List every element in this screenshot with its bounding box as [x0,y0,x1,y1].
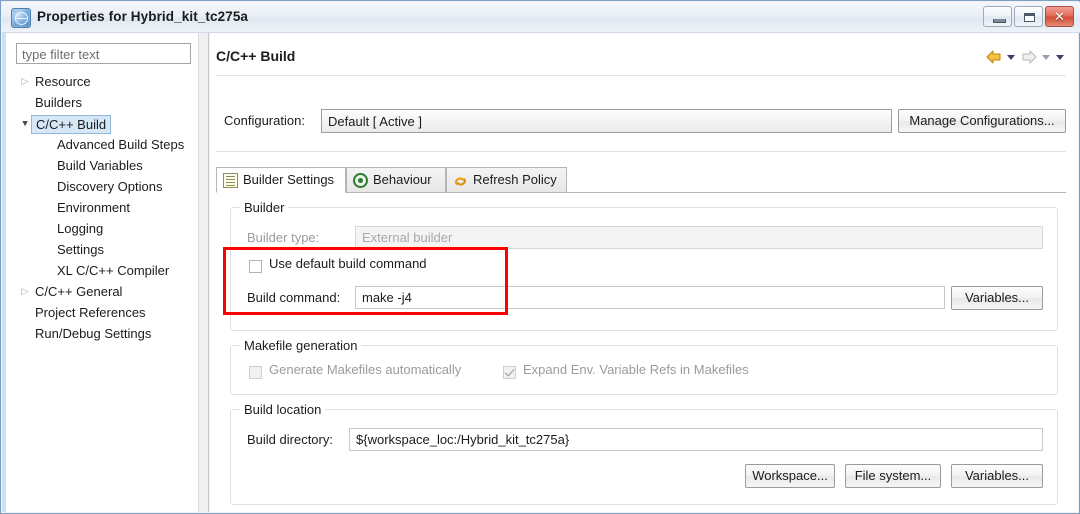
use-default-build-command-checkbox[interactable] [249,260,262,273]
page-title: C/C++ Build [216,48,296,64]
tab-refresh-policy-label: Refresh Policy [473,172,557,187]
back-arrow-icon[interactable] [985,49,1003,65]
page-nav-controls [985,47,1066,67]
minimize-icon [993,19,1006,23]
window-title: Properties for Hybrid_kit_tc275a [37,9,249,24]
builder-variables-button[interactable]: Variables... [951,286,1043,310]
close-icon: ✕ [1054,9,1065,24]
configuration-label: Configuration: [224,113,305,128]
makefile-generation-group: Makefile generation Generate Makefiles a… [230,338,1058,395]
builder-type-label: Builder type: [247,230,320,245]
forward-arrow-icon[interactable] [1020,49,1038,65]
tab-behaviour[interactable]: Behaviour [346,167,446,192]
builder-group-title: Builder [240,200,289,215]
title-bar: Properties for Hybrid_kit_tc275a ✕ [2,2,1080,33]
configuration-select[interactable]: Default [ Active ] [321,109,892,133]
builder-type-select: External builder [355,226,1043,249]
build-location-group-title: Build location [240,402,326,417]
properties-globe-icon [11,8,31,28]
builder-settings-icon [223,173,238,188]
filter-input[interactable]: type filter text [16,43,191,64]
header-divider [216,75,1066,76]
pane-accent-stripe [2,33,6,512]
workspace-button[interactable]: Workspace... [745,464,835,488]
window-controls: ✕ [983,6,1074,28]
tab-folder: Builder Settings Behaviour Refresh Polic… [216,167,1066,193]
use-default-build-command-label: Use default build command [269,256,427,271]
expand-env-variable-refs-label: Expand Env. Variable Refs in Makefiles [523,362,749,377]
generate-makefiles-automatically-checkbox [249,366,262,379]
build-directory-input[interactable]: ${workspace_loc:/Hybrid_kit_tc275a} [349,428,1043,451]
maximize-icon [1024,13,1035,22]
properties-dialog: Properties for Hybrid_kit_tc275a ✕ type … [0,0,1080,514]
back-history-chevron-down-icon[interactable] [1006,49,1017,65]
build-command-input[interactable]: make -j4 [355,286,945,309]
manage-configurations-button[interactable]: Manage Configurations... [898,109,1066,133]
expand-env-variable-refs-checkbox [503,366,516,379]
maximize-button[interactable] [1014,6,1043,27]
tab-builder-settings[interactable]: Builder Settings [216,167,346,193]
tab-refresh-policy[interactable]: Refresh Policy [446,167,567,192]
build-location-group: Build location Build directory: ${worksp… [230,402,1058,505]
page-pane: C/C++ Build Configuration: Default [ Act… [210,33,1078,512]
makefile-generation-group-title: Makefile generation [240,338,362,353]
configuration-divider [216,151,1066,152]
forward-history-chevron-down-icon[interactable] [1041,49,1052,65]
minimize-button[interactable] [983,6,1012,27]
tab-behaviour-label: Behaviour [373,172,432,187]
build-directory-label: Build directory: [247,432,333,447]
generate-makefiles-automatically-label: Generate Makefiles automatically [269,362,462,377]
builder-group: Builder Builder type: External builder U… [230,200,1058,331]
configuration-row: Configuration: Default [ Active ] Manage… [216,109,1066,134]
tab-builder-settings-label: Builder Settings [243,172,335,187]
close-button[interactable]: ✕ [1045,6,1074,27]
file-system-button[interactable]: File system... [845,464,941,488]
builder-settings-panel: Builder Builder type: External builder U… [216,193,1066,512]
settings-tree-pane: type filter text ▷ Resource Builders ▲ C/C++… [2,33,198,512]
refresh-policy-icon [453,173,468,188]
build-location-variables-button[interactable]: Variables... [951,464,1043,488]
view-menu-chevron-down-icon[interactable] [1055,49,1066,65]
behaviour-radio-icon [353,173,368,188]
build-command-label: Build command: [247,290,341,305]
pane-splitter[interactable] [198,33,209,512]
